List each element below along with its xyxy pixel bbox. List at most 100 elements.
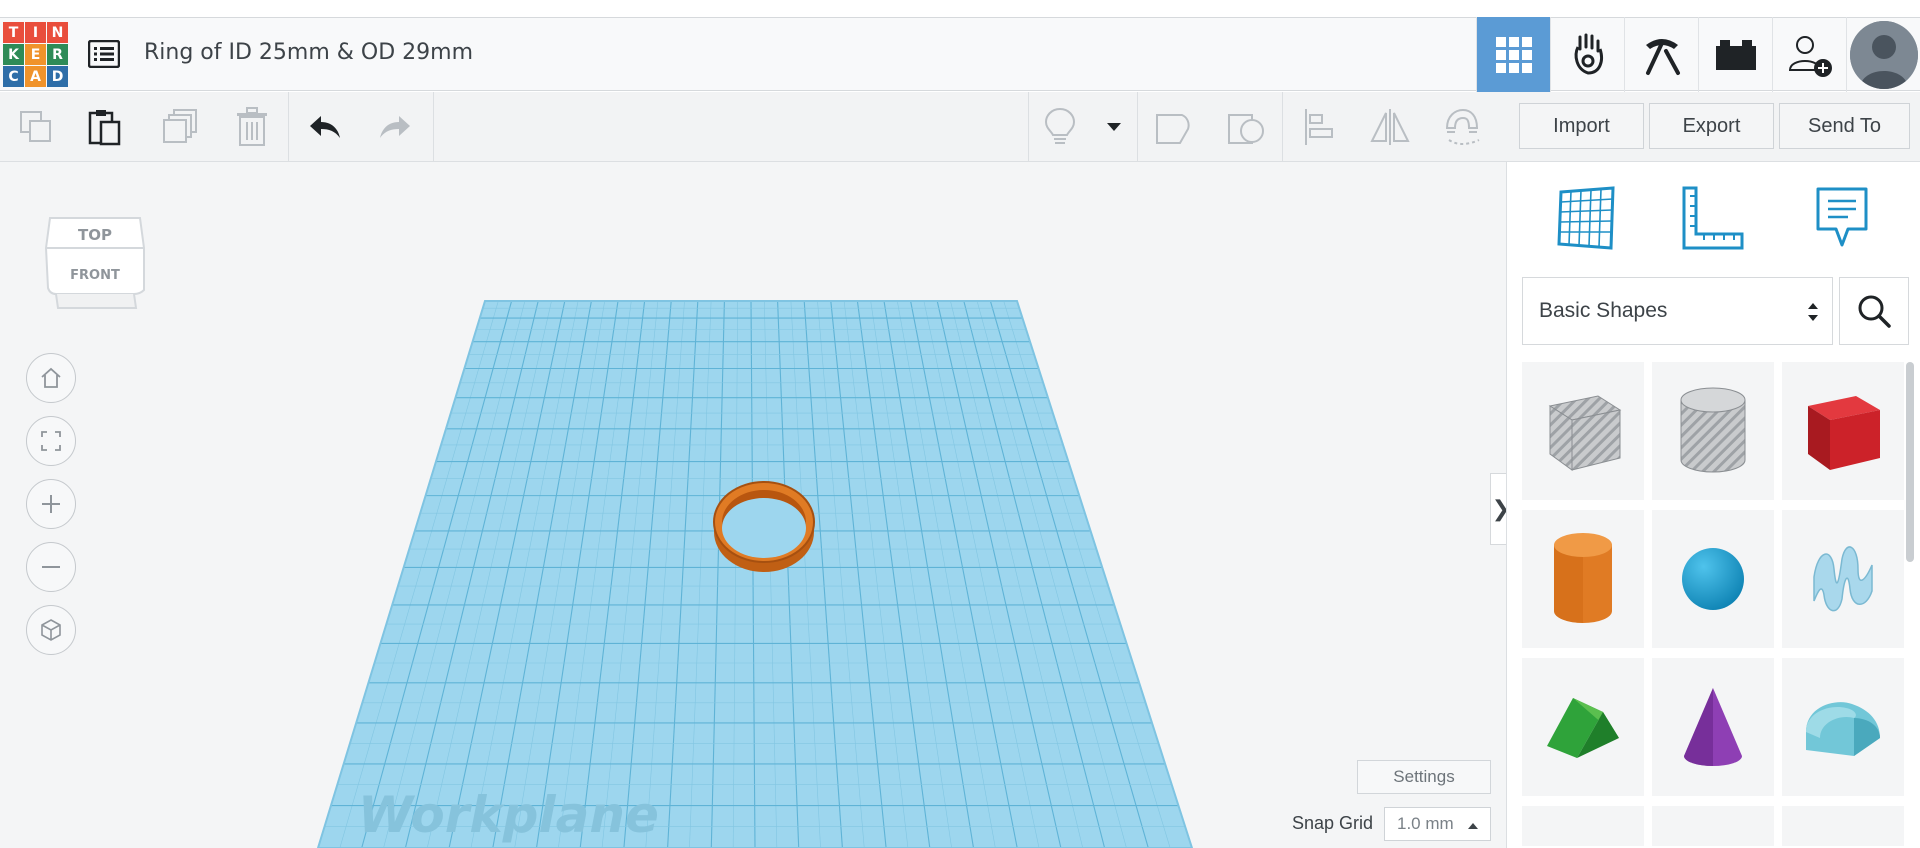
invite-user-icon <box>1788 35 1832 77</box>
cruise-button[interactable] <box>1440 105 1484 149</box>
settings-button[interactable]: Settings <box>1357 760 1491 794</box>
grid-icon <box>1495 36 1532 73</box>
edit-toolbar <box>0 92 1506 162</box>
3d-viewport[interactable]: Workplane TOP FRONT Settings Snap Grid 1… <box>0 162 1506 848</box>
workplane-tool-button[interactable] <box>1547 182 1627 254</box>
light-bulb-icon <box>1044 107 1076 144</box>
undo-icon <box>310 116 340 138</box>
cube-perspective-icon <box>41 619 61 641</box>
logo-letter: K <box>3 44 24 65</box>
shape-cell-partial[interactable] <box>1522 806 1644 846</box>
trash-icon <box>237 107 267 146</box>
design-list-button[interactable] <box>86 36 122 72</box>
zoom-in-button[interactable] <box>26 479 76 529</box>
copy-button[interactable] <box>14 105 58 149</box>
light-dropdown-button[interactable] <box>1092 105 1136 149</box>
app-switcher <box>1476 17 1920 92</box>
import-button[interactable]: Import <box>1519 103 1644 149</box>
export-button[interactable]: Export <box>1649 103 1774 149</box>
circuits-button[interactable] <box>1550 17 1624 92</box>
mirror-button[interactable] <box>1368 105 1412 149</box>
snap-grid-select[interactable]: 1.0 mm <box>1384 807 1491 841</box>
ruler-tool-button[interactable] <box>1672 182 1752 254</box>
logo-letter: N <box>47 22 68 43</box>
tinkercad-logo[interactable]: TIN KER CAD <box>3 22 69 88</box>
box-shape[interactable] <box>1782 362 1904 500</box>
copy-icon <box>20 111 51 142</box>
scribble-shape[interactable] <box>1782 510 1904 648</box>
shapes-panel: Basic Shapes <box>1506 162 1920 848</box>
circuits-icon <box>1574 33 1603 75</box>
3d-design-view-button[interactable] <box>1476 17 1550 92</box>
plus-icon <box>42 495 60 513</box>
avatar[interactable] <box>1849 20 1918 89</box>
workplane-icon <box>1557 186 1615 250</box>
search-icon <box>1858 295 1891 328</box>
toolbar-divider <box>288 92 289 162</box>
paste-button[interactable] <box>83 105 127 149</box>
shape-category-value: Basic Shapes <box>1539 299 1668 322</box>
cone-shape[interactable] <box>1652 658 1774 796</box>
undo-button[interactable] <box>303 105 347 149</box>
view-cube-top-label: TOP <box>78 226 112 244</box>
round-roof-shape[interactable] <box>1782 658 1904 796</box>
bricks-button[interactable] <box>1698 17 1772 92</box>
top-bar: TIN KER CAD Ring of ID 25mm & OD 29mm <box>0 17 1920 92</box>
snap-grid-label: Snap Grid <box>1292 813 1374 833</box>
align-button[interactable] <box>1298 105 1342 149</box>
panel-scrollbar[interactable] <box>1906 362 1914 562</box>
logo-letter: R <box>47 44 68 65</box>
sphere-shape[interactable] <box>1652 510 1774 648</box>
zoom-out-button[interactable] <box>26 542 76 592</box>
notes-tool-button[interactable] <box>1802 182 1882 254</box>
home-view-button[interactable] <box>26 353 76 403</box>
view-cube-front-label: FRONT <box>70 268 120 283</box>
bricks-icon <box>1715 39 1756 70</box>
paste-icon <box>88 110 121 146</box>
light-bulb-button[interactable] <box>1038 105 1082 149</box>
cylinder-shape[interactable] <box>1522 510 1644 648</box>
shape-cell-partial[interactable] <box>1652 806 1774 846</box>
group-button[interactable] <box>1152 105 1196 149</box>
mirror-icon <box>1370 109 1410 145</box>
toolbar-divider <box>1137 92 1138 162</box>
home-icon <box>41 367 61 388</box>
cylinder-hole-shape[interactable] <box>1652 362 1774 500</box>
codeblocks-button[interactable] <box>1624 17 1698 92</box>
shape-category-select[interactable]: Basic Shapes <box>1522 277 1833 345</box>
ungroup-icon <box>1228 114 1264 144</box>
caret-up-icon <box>1468 823 1478 829</box>
toolbar-divider <box>1028 92 1029 162</box>
logo-letter: C <box>3 66 24 87</box>
invite-user-button[interactable] <box>1772 17 1846 92</box>
logo-letter: D <box>47 66 68 87</box>
ungroup-button[interactable] <box>1224 105 1268 149</box>
fit-view-button[interactable] <box>26 416 76 466</box>
user-silhouette-icon <box>1849 20 1918 89</box>
duplicate-icon <box>163 109 197 143</box>
shape-search-button[interactable] <box>1839 277 1909 345</box>
magnet-icon <box>1445 108 1480 145</box>
toolbar-divider <box>433 92 434 162</box>
redo-button[interactable] <box>373 105 417 149</box>
roof-shape[interactable] <box>1522 658 1644 796</box>
logo-letter: E <box>25 44 46 65</box>
workplane-label: Workplane <box>358 786 659 844</box>
user-menu[interactable] <box>1846 17 1920 92</box>
logo-letter: T <box>3 22 24 43</box>
shape-cell-partial[interactable] <box>1782 806 1904 846</box>
toolbar-divider <box>1282 92 1283 162</box>
logo-letter: A <box>25 66 46 87</box>
design-title[interactable]: Ring of ID 25mm & OD 29mm <box>144 40 473 65</box>
box-hole-shape[interactable] <box>1522 362 1644 500</box>
snap-grid-value: 1.0 mm <box>1397 814 1454 833</box>
send-to-button[interactable]: Send To <box>1779 103 1910 149</box>
duplicate-button[interactable] <box>158 105 202 149</box>
view-cube[interactable]: TOP FRONT <box>44 198 146 318</box>
note-icon <box>1816 187 1868 247</box>
delete-button[interactable] <box>230 105 274 149</box>
ortho-view-button[interactable] <box>26 605 76 655</box>
ring-object[interactable] <box>713 481 815 572</box>
redo-icon <box>380 116 410 138</box>
list-icon <box>88 40 120 68</box>
